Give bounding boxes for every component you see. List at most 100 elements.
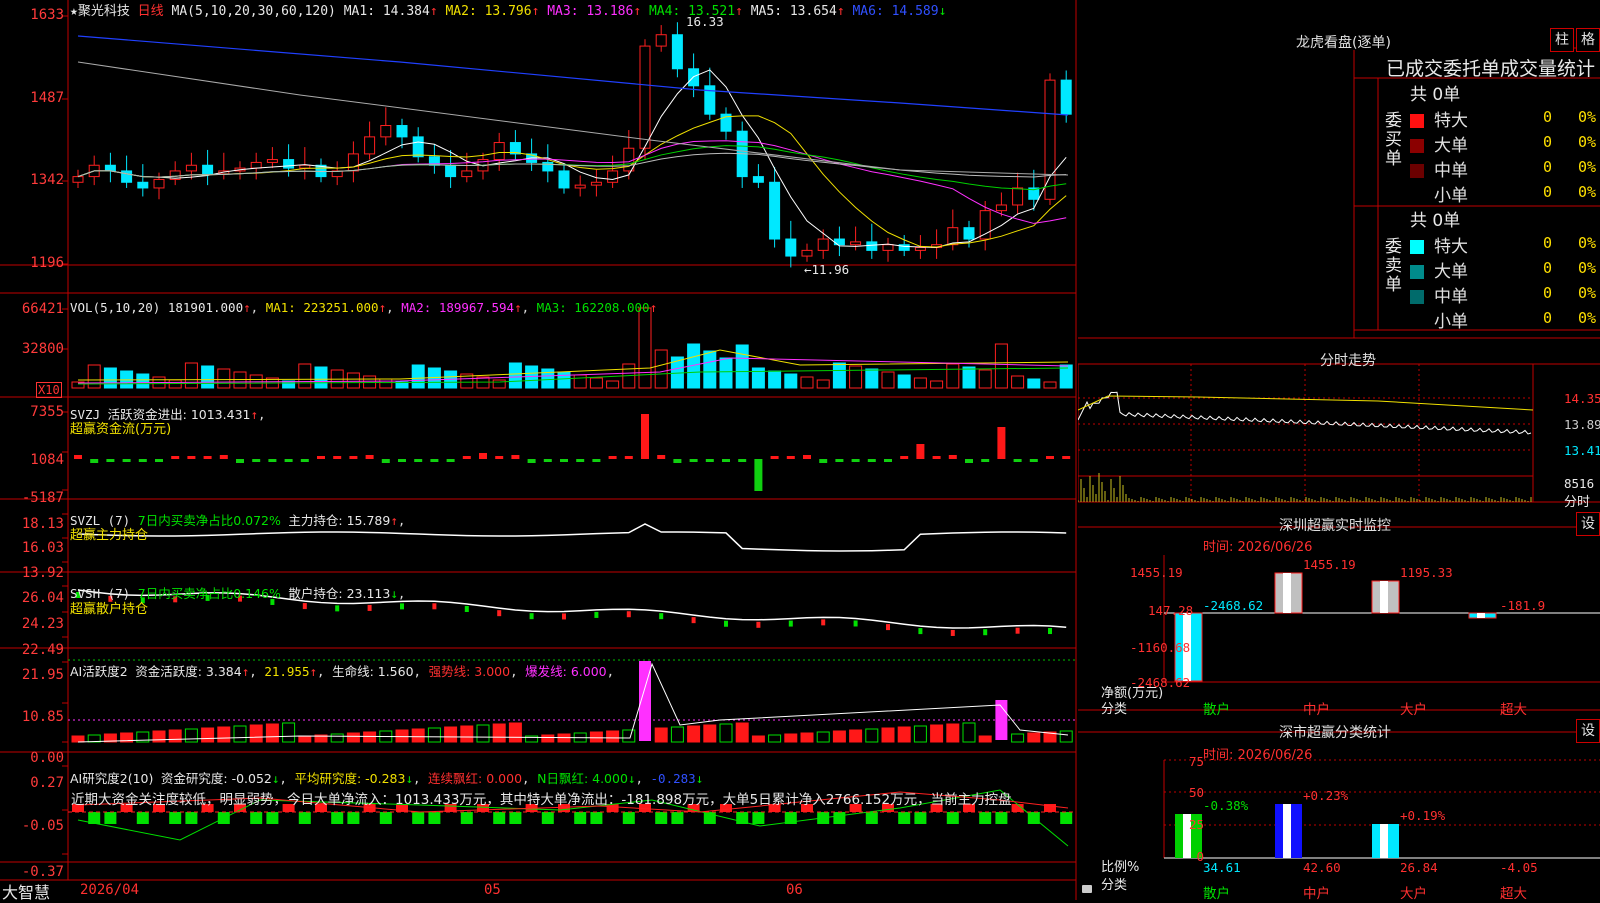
activity-bar: [849, 729, 863, 743]
volume-stat-row: 中单: [1410, 156, 1468, 181]
volume-bar: [654, 349, 668, 389]
fund-flow-bar: [106, 459, 115, 462]
volume-bar: [703, 350, 717, 389]
intraday-unit: 分时: [1564, 495, 1591, 510]
candle-body: [121, 170, 133, 183]
candle-body: [752, 176, 764, 183]
svzl-subtitle: 超赢主力持仓: [70, 528, 149, 543]
sz-stat-settings-button[interactable]: 设: [1576, 719, 1600, 743]
research-bar: [671, 812, 684, 824]
fund-flow-bar: [657, 455, 666, 459]
category-label: 中户: [1303, 702, 1330, 718]
sell-total: 共 0单: [1410, 211, 1461, 231]
research-bar: [833, 812, 846, 824]
candle-body: [639, 45, 651, 149]
activity-bar: [735, 722, 749, 743]
volume-bar: [978, 369, 992, 389]
volume-bar: [573, 374, 587, 389]
candle-body: [266, 159, 278, 163]
fund-flow-bar: [819, 459, 828, 463]
volume-bar: [411, 364, 425, 389]
activity-bar: [168, 729, 182, 743]
research-bar: [493, 812, 506, 824]
favorite-star-icon[interactable]: ★: [70, 4, 78, 19]
candle-body: [104, 164, 116, 172]
sell-side-label: 委卖单: [1385, 237, 1402, 295]
research-bar: [460, 812, 473, 824]
sz-monitor-settings-button[interactable]: 设: [1576, 512, 1600, 536]
fund-flow-bar: [236, 459, 244, 463]
candle-body: [607, 170, 619, 183]
fund-flow-bar: [122, 459, 131, 462]
chart-canvas[interactable]: [0, 0, 1078, 900]
volume-bar: [1011, 375, 1025, 389]
candle-body: [574, 184, 586, 189]
price-axis-4: 1196: [30, 255, 64, 271]
fund-flow-bar: [738, 459, 747, 462]
activity-bar: [962, 722, 976, 743]
research-bar: [331, 812, 344, 824]
fund-flow-bar: [803, 455, 811, 459]
candle-body: [283, 159, 295, 169]
retail-tick: [400, 603, 404, 610]
research-bar: [590, 812, 603, 824]
stat-bar-highlight: [1380, 824, 1388, 858]
row-label: 特大: [1434, 237, 1468, 257]
candle-body: [671, 34, 683, 70]
retail-tick: [886, 624, 890, 631]
fund-flow-bar: [219, 455, 228, 459]
activity-bar: [784, 733, 798, 743]
retail-tick: [626, 611, 631, 618]
fund-flow-bar: [74, 455, 82, 459]
sz-monitor-axis-2: 147.28: [1148, 603, 1194, 618]
candle-body: [558, 170, 570, 189]
candle-body: [137, 181, 149, 189]
vol-ma2: MA2: 189967.594: [401, 300, 515, 315]
retail-tick: [853, 620, 858, 627]
bar-mode-button[interactable]: 柱: [1550, 28, 1574, 52]
volume-bar: [1043, 381, 1057, 389]
volume-bar: [217, 368, 231, 389]
intraday-axis-3: 13.41: [1564, 443, 1600, 458]
ma-line: [77, 140, 1067, 224]
candle-body: [347, 153, 359, 172]
activity-bar: [832, 730, 846, 743]
candle-body: [412, 136, 424, 158]
candle-body: [590, 181, 602, 186]
sz-stat-time: 时间: 2026/06/26: [1203, 748, 1313, 763]
fund-flow-bar: [398, 459, 406, 462]
svsh-ratio: 7日内买卖净占比0.146%: [137, 586, 281, 601]
ma6-value: MA6: 14.589: [852, 4, 939, 19]
row-label: 小单: [1434, 186, 1468, 206]
fund-flow-bar: [786, 456, 795, 459]
period-label[interactable]: 日线: [138, 4, 164, 19]
grid-mode-button[interactable]: 格: [1576, 28, 1600, 52]
fund-flow-bar: [1013, 459, 1022, 462]
fund-flow-bar: [560, 459, 568, 462]
candle-body: [866, 241, 878, 251]
retail-tick: [1048, 628, 1052, 635]
fund-flow-bar: [689, 459, 698, 462]
svzj-axis-3: -5187: [21, 490, 64, 506]
category-label: 大户: [1400, 886, 1427, 902]
activity-bar: [606, 730, 620, 743]
candle-body: [72, 176, 84, 183]
row-percent: 0%: [1578, 259, 1597, 277]
activity-bar: [687, 725, 701, 743]
volume-stat-row: 小单: [1410, 181, 1468, 206]
research-bar: [574, 812, 587, 824]
category-value: 26.84: [1400, 860, 1438, 875]
volume-bar: [379, 378, 393, 389]
volume-bar: [184, 362, 198, 389]
retail-tick: [464, 605, 469, 612]
svsh-axis-3: 22.49: [21, 642, 64, 658]
fund-flow-bar: [1029, 459, 1038, 462]
volume-bar: [136, 373, 150, 389]
retail-tick: [950, 629, 955, 636]
fund-flow-bar: [722, 459, 730, 462]
research-bar: [655, 812, 668, 824]
volume-bar: [1027, 378, 1041, 389]
retail-tick: [756, 621, 761, 628]
fund-flow-bar: [511, 455, 520, 459]
price-axis-3: 1342: [30, 172, 64, 188]
